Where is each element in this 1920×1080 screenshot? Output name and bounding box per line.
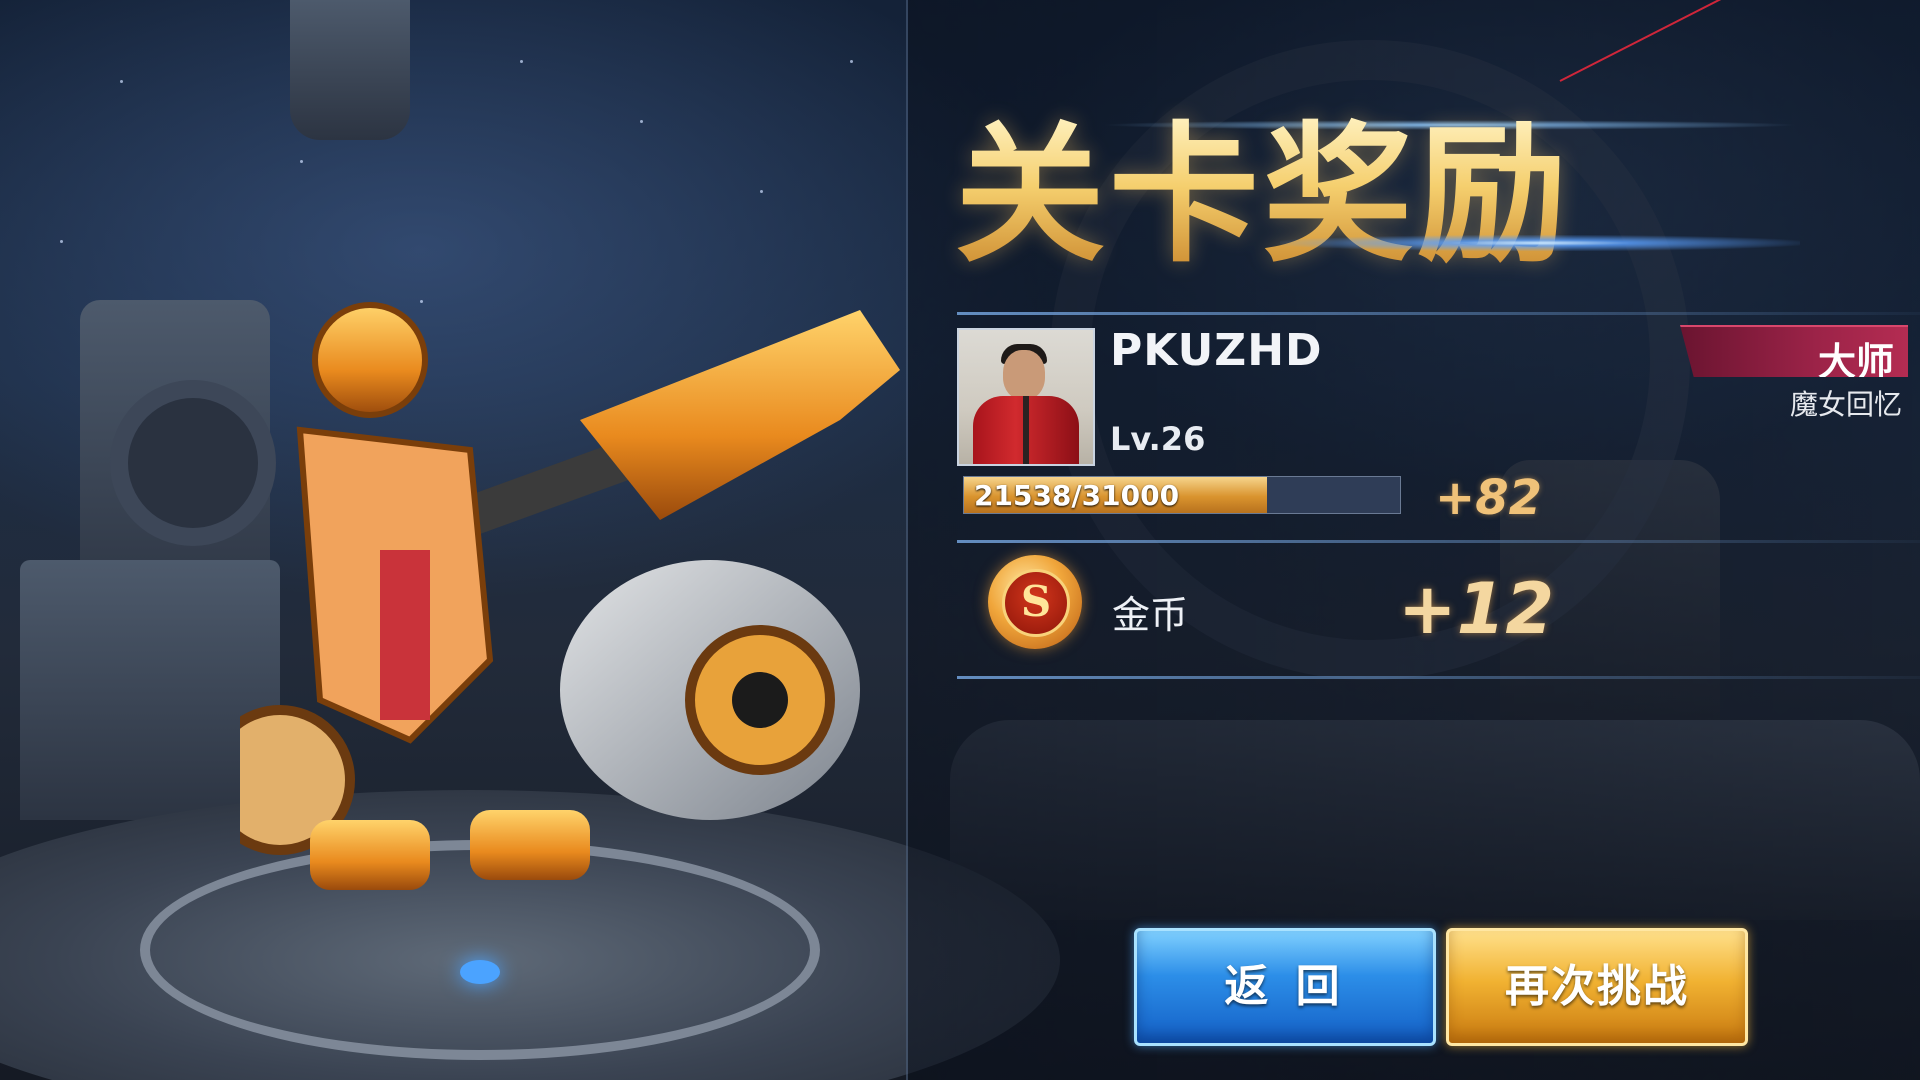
experience-gain: +82 — [1435, 470, 1543, 526]
hero-cannon-head — [580, 310, 900, 520]
star — [850, 60, 853, 63]
star — [640, 120, 643, 123]
floating-rock — [290, 0, 410, 140]
hero-foot-left — [310, 820, 430, 890]
star — [60, 240, 63, 243]
stage-light — [460, 960, 500, 984]
reward-title: 关卡奖励 — [955, 110, 1655, 280]
rank-subtitle: 魔女回忆 — [1789, 388, 1902, 421]
avatar-face — [1003, 350, 1045, 400]
player-name: PKUZHD — [1110, 325, 1323, 376]
divider-bottom — [957, 676, 1920, 679]
retry-challenge-button[interactable]: 再次挑战 — [1446, 928, 1748, 1046]
experience-bar: 21538/31000 — [963, 476, 1401, 514]
hero-wheel-hub — [732, 672, 788, 728]
rank-badge: 大师 — [1680, 325, 1908, 377]
hero-character — [240, 302, 900, 890]
hero-shield-stripe — [380, 550, 430, 720]
divider-middle — [957, 540, 1920, 543]
star — [760, 190, 763, 193]
coin-icon: S — [988, 555, 1082, 649]
hero-ornament — [312, 302, 428, 418]
coin-gain: +12 — [1398, 568, 1555, 650]
title-underline-flare — [1280, 235, 1800, 251]
player-avatar[interactable] — [957, 328, 1095, 466]
star — [520, 60, 523, 63]
divider-top — [957, 312, 1920, 315]
player-level: Lv.26 — [1110, 420, 1206, 458]
back-button[interactable]: 返 回 — [1134, 928, 1436, 1046]
avatar-jacket — [973, 396, 1079, 464]
coin-symbol: S — [1002, 569, 1070, 637]
hero-foot-right — [470, 810, 590, 880]
experience-text: 21538/31000 — [974, 479, 1180, 512]
star — [120, 80, 123, 83]
star — [300, 160, 303, 163]
coin-label: 金币 — [1112, 593, 1189, 637]
